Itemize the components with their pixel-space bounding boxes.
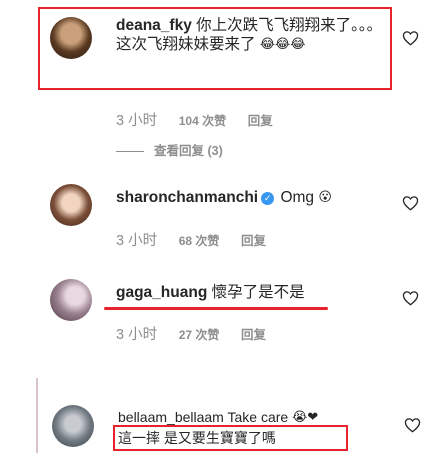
reply-thread-line <box>36 378 38 453</box>
comment-text: Take care <box>227 409 289 425</box>
avatar[interactable] <box>52 405 94 447</box>
reply-button[interactable]: 回复 <box>241 234 266 248</box>
comment-username[interactable]: bellaam_bellaam <box>118 409 224 425</box>
highlight-box <box>113 425 348 451</box>
divider <box>116 151 144 153</box>
comment-body: sharonchanmanchi ✓ Omg 😮 <box>116 188 396 207</box>
view-replies-label: 查看回复 (3) <box>154 144 223 158</box>
heart-outline-icon[interactable] <box>404 417 421 433</box>
comment-likes[interactable]: 104 次赞 <box>179 114 226 128</box>
reply-button[interactable]: 回复 <box>248 114 273 128</box>
comment-text: 懷孕了是不是 <box>211 284 305 301</box>
avatar[interactable] <box>50 184 92 226</box>
comment-meta: 3 小时 27 次赞 回复 <box>116 323 284 344</box>
heart-outline-icon[interactable] <box>402 195 419 211</box>
comment-time: 3 小时 <box>116 113 158 129</box>
comment-likes[interactable]: 27 次赞 <box>179 328 220 342</box>
verified-badge-icon: ✓ <box>261 192 275 205</box>
comment-likes[interactable]: 68 次赞 <box>179 234 220 248</box>
reply-button[interactable]: 回复 <box>241 328 266 342</box>
emoji-icon: 😭❤ <box>292 409 319 424</box>
comment-body: gaga_huang 懷孕了是不是 <box>116 283 396 302</box>
highlight-underline <box>104 307 328 310</box>
comment-meta: 3 小时 104 次赞 回复 <box>116 109 291 130</box>
heart-outline-icon[interactable] <box>402 290 419 306</box>
comment-time: 3 小时 <box>116 233 158 249</box>
comment-text: Omg <box>280 189 315 206</box>
avatar[interactable] <box>50 279 92 321</box>
comment-meta: 3 小时 68 次赞 回复 <box>116 229 284 250</box>
view-replies-button[interactable]: 查看回复 (3) <box>116 140 223 159</box>
highlight-box <box>38 7 392 90</box>
comment-username[interactable]: sharonchanmanchi <box>116 189 258 206</box>
comment-time: 3 小时 <box>116 327 158 343</box>
heart-outline-icon[interactable] <box>402 30 419 46</box>
emoji-icon: 😮 <box>318 189 332 204</box>
comment-username[interactable]: gaga_huang <box>116 284 207 301</box>
